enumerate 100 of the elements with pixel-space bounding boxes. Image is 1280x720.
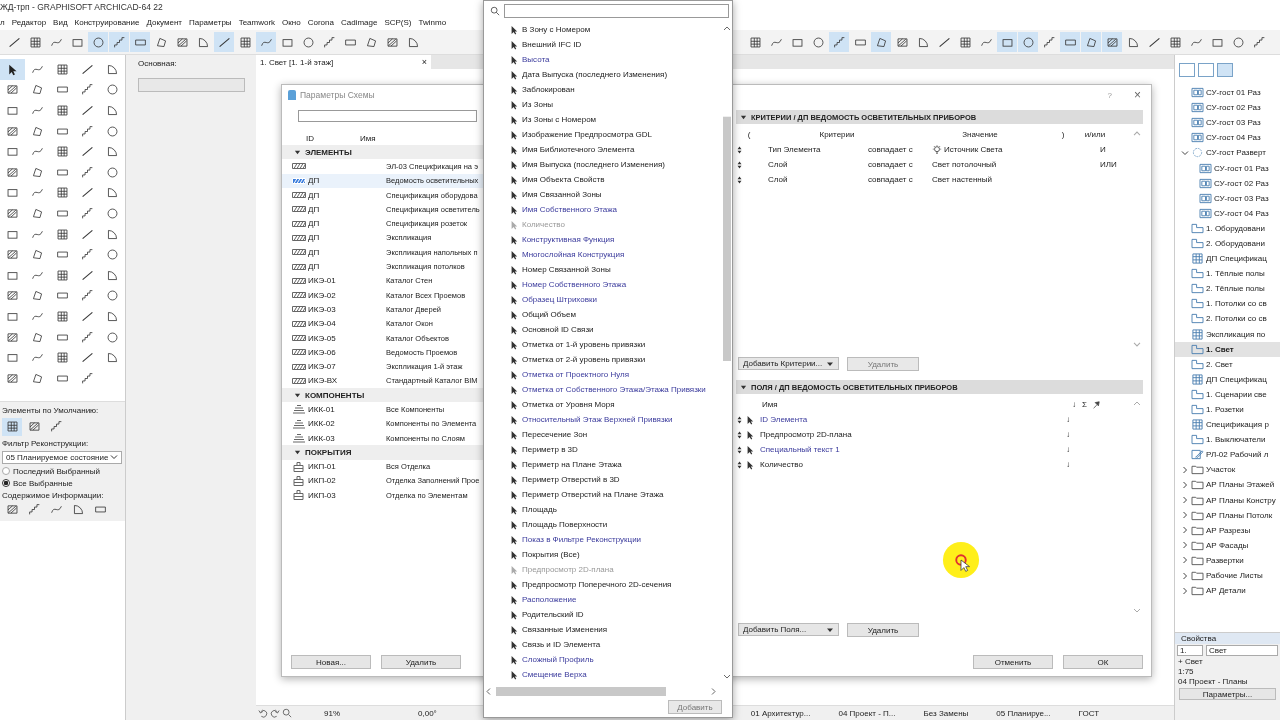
sort-arrow[interactable]: ↓ xyxy=(1066,460,1070,469)
list-item[interactable]: Имя Собственного Этажа xyxy=(484,202,722,217)
sort-arrow[interactable]: ↓ xyxy=(1066,445,1070,454)
navigator-item[interactable]: Участок xyxy=(1175,462,1280,478)
group-header[interactable]: ЭЛЕМЕНТЫ xyxy=(282,145,484,160)
zoom-icon[interactable] xyxy=(282,708,292,718)
toolbar-button[interactable] xyxy=(130,32,150,52)
add-button[interactable]: Добавить Поля... xyxy=(738,623,839,636)
navigator-item[interactable]: 1. Оборудовани xyxy=(1175,220,1280,236)
menu-item[interactable]: Corona xyxy=(307,17,334,27)
navigator-item[interactable]: СУ-гост 01 Раз xyxy=(1175,160,1280,176)
list-item[interactable]: Из Зоны с Номером xyxy=(484,112,722,127)
list-item[interactable]: Номер Собственного Этажа xyxy=(484,277,722,292)
list-item[interactable]: Предпросмотр Поперечного 2D-сечения xyxy=(484,577,722,592)
navigator-item[interactable]: СУ-гост 02 Раз xyxy=(1175,100,1280,116)
sort-arrow[interactable]: ↓ xyxy=(1066,415,1070,424)
navigator-tab-icon[interactable] xyxy=(1179,63,1195,77)
status-item[interactable]: 01 Архитектур... xyxy=(750,708,811,718)
list-item[interactable]: Имя Объекта Свойств xyxy=(484,172,722,187)
list-item[interactable]: Отметка от 1-й уровень привязки xyxy=(484,337,722,352)
list-item[interactable]: Отметка от Уровня Моря xyxy=(484,397,722,412)
list-item[interactable]: Покрытия (Все) xyxy=(484,547,722,562)
angle-value[interactable]: 0,00° xyxy=(418,708,437,718)
close-button[interactable]: × xyxy=(1134,88,1141,102)
navigator-item[interactable]: Рабочие Листы xyxy=(1175,568,1280,584)
list-item[interactable]: Периметр Отверстий в 3D xyxy=(484,472,722,487)
drag-handle-icon[interactable] xyxy=(737,460,742,469)
defaults-button[interactable] xyxy=(2,417,22,436)
list-item[interactable]: Относительный Этаж Верхней Привязки xyxy=(484,412,722,427)
menu-item[interactable]: Twinmo xyxy=(418,17,447,27)
menu-item[interactable]: SCP(S) xyxy=(384,17,412,27)
status-item[interactable]: Без Замены xyxy=(923,708,969,718)
value-cell[interactable]: Источник Света xyxy=(932,144,1100,155)
status-item[interactable]: ГОСТ xyxy=(1078,708,1100,718)
list-item[interactable]: Номер Связанной Зоны xyxy=(484,262,722,277)
list-item[interactable]: Отметка от 2-й уровень привязки xyxy=(484,352,722,367)
toolbar-button[interactable] xyxy=(256,32,276,52)
list-item[interactable]: Заблокирован xyxy=(484,82,722,97)
column-header[interactable]: ID xyxy=(282,133,360,143)
list-item[interactable]: Из Зоны xyxy=(484,97,722,112)
list-item[interactable]: Расположение xyxy=(484,592,722,607)
toolbar-button[interactable] xyxy=(214,32,234,52)
list-item[interactable]: Показ в Фильтре Реконструкции xyxy=(484,532,722,547)
navigator-item[interactable]: 1. Сценарии све xyxy=(1175,386,1280,402)
menu-item[interactable]: Редактор xyxy=(11,17,47,27)
toolbar-button[interactable] xyxy=(871,32,891,52)
drag-handle-icon[interactable] xyxy=(737,175,742,184)
list-item[interactable]: Родительский ID xyxy=(484,607,722,622)
add-button[interactable]: Добавить Критерии... xyxy=(738,357,839,370)
navigator-item[interactable]: 2. Тёплые полы xyxy=(1175,281,1280,297)
list-item[interactable]: Многослойная Конструкция xyxy=(484,247,722,262)
list-item[interactable]: Площадь Поверхности xyxy=(484,517,722,532)
tool-button[interactable] xyxy=(0,59,25,80)
chevron-right-icon[interactable] xyxy=(1181,526,1189,535)
list-item[interactable]: Общий Объем xyxy=(484,307,722,322)
list-item[interactable]: Имя Выпуска (последнего Изменения) xyxy=(484,157,722,172)
navigator-item[interactable]: СУ-гост Разверт xyxy=(1175,145,1280,161)
list-item[interactable]: Образец Штриховки xyxy=(484,292,722,307)
navigator-item[interactable]: Развертки xyxy=(1175,552,1280,568)
navigator-item[interactable]: ДП Спецификац xyxy=(1175,371,1280,387)
list-item[interactable]: Конструктивная Функция xyxy=(484,232,722,247)
navigator-item[interactable]: ДП Спецификац xyxy=(1175,251,1280,267)
navigator-item[interactable]: АР Планы Констру xyxy=(1175,492,1280,508)
delete-button[interactable]: Удалить xyxy=(847,623,919,637)
chevron-right-icon[interactable] xyxy=(1181,586,1189,595)
chevron-right-icon[interactable] xyxy=(1181,481,1189,489)
navigator-item[interactable]: 2. Свет xyxy=(1175,356,1280,372)
list-item[interactable]: Внешний IFC ID xyxy=(484,37,722,52)
menu-item[interactable]: Cadimage xyxy=(340,17,378,27)
id-field[interactable]: 1. xyxy=(1177,645,1203,656)
status-item[interactable]: 04 Проект - П... xyxy=(838,708,896,718)
list-item[interactable]: Связанные Изменения xyxy=(484,622,722,637)
view-tab[interactable]: 1. Свет [1. 1-й этаж] × xyxy=(256,55,431,69)
drag-handle-icon[interactable] xyxy=(737,415,742,424)
chevron-right-icon[interactable] xyxy=(1181,496,1189,505)
toolbar-button[interactable] xyxy=(1081,32,1101,52)
navigator-item[interactable]: 1. Свет xyxy=(1175,341,1280,357)
menu-item[interactable]: Документ xyxy=(146,17,182,27)
list-item[interactable]: Периметр на Плане Этажа xyxy=(484,457,722,472)
field-name[interactable]: Специальный текст 1 xyxy=(754,445,1066,454)
navigator-item[interactable]: СУ-гост 03 Раз xyxy=(1175,115,1280,131)
sort-arrow[interactable]: ↓ xyxy=(1066,430,1070,439)
navigator-item[interactable]: Спецификация р xyxy=(1175,417,1280,433)
close-tab-button[interactable]: × xyxy=(421,57,427,67)
chevron-down-icon[interactable] xyxy=(1181,148,1189,157)
filter-select[interactable]: 05 Планируемое состояние xyxy=(2,450,122,464)
list-item[interactable]: Отметка от Собственного Этажа/Этажа Привязки xyxy=(484,382,722,397)
search-field[interactable] xyxy=(298,110,477,122)
list-item[interactable]: Высота xyxy=(484,52,722,67)
redo-icon[interactable] xyxy=(270,708,280,718)
navigator-item[interactable]: РЛ-02 Рабочий л xyxy=(1175,447,1280,463)
criterion-cell[interactable]: Слой xyxy=(746,175,868,184)
toolbar-button[interactable] xyxy=(1018,32,1038,52)
navigator-item[interactable]: АР Планы Этажей xyxy=(1175,477,1280,493)
group-header[interactable]: КОМПОНЕНТЫ xyxy=(282,388,484,403)
navigator-item[interactable]: 1. Выключатели xyxy=(1175,432,1280,448)
radio-button[interactable] xyxy=(2,467,10,475)
navigator-item[interactable]: СУ-гост 03 Раз xyxy=(1175,190,1280,206)
navigator-item[interactable]: 1. Тёплые полы xyxy=(1175,266,1280,282)
column-header[interactable]: Имя xyxy=(360,133,376,143)
